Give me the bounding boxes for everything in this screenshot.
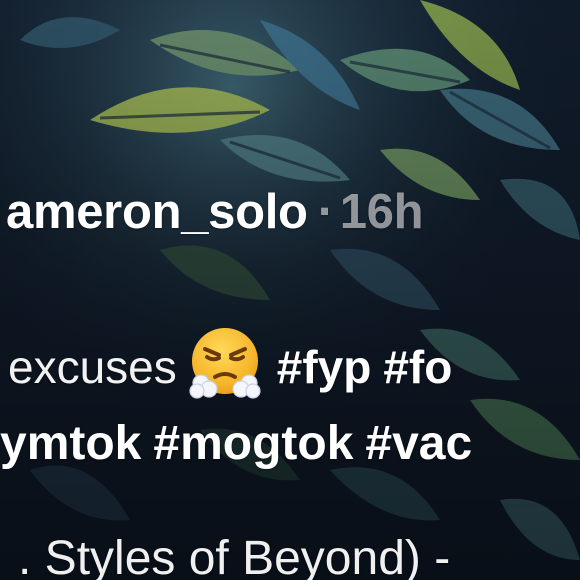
post-time-ago: 16h	[339, 185, 424, 239]
caption-line-2: ymtok #mogtok #vac	[0, 420, 472, 468]
hashtag-link[interactable]: #vac	[365, 417, 472, 470]
caption-text: excuses	[8, 341, 177, 393]
hashtag-link[interactable]: #fyp	[277, 341, 372, 393]
steam-from-nose-face-icon	[187, 325, 263, 401]
hashtag-link[interactable]: #fo	[383, 341, 452, 393]
username-link[interactable]: ameron_solo	[6, 185, 308, 239]
hashtag-link[interactable]: ymtok	[0, 417, 141, 470]
caption-overlay: ameron_solo · 16h excuses #fyp #fo ymtok…	[0, 0, 580, 580]
caption-line-1: excuses #fyp #fo	[8, 325, 452, 401]
music-track-label[interactable]: . Styles of Beyond) -	[18, 535, 450, 580]
post-meta-row: ameron_solo · 16h	[6, 185, 424, 239]
meta-separator: ·	[317, 185, 334, 239]
video-post-view: ameron_solo · 16h excuses #fyp #fo ymtok…	[0, 0, 580, 580]
hashtag-link[interactable]: #mogtok	[153, 417, 353, 470]
